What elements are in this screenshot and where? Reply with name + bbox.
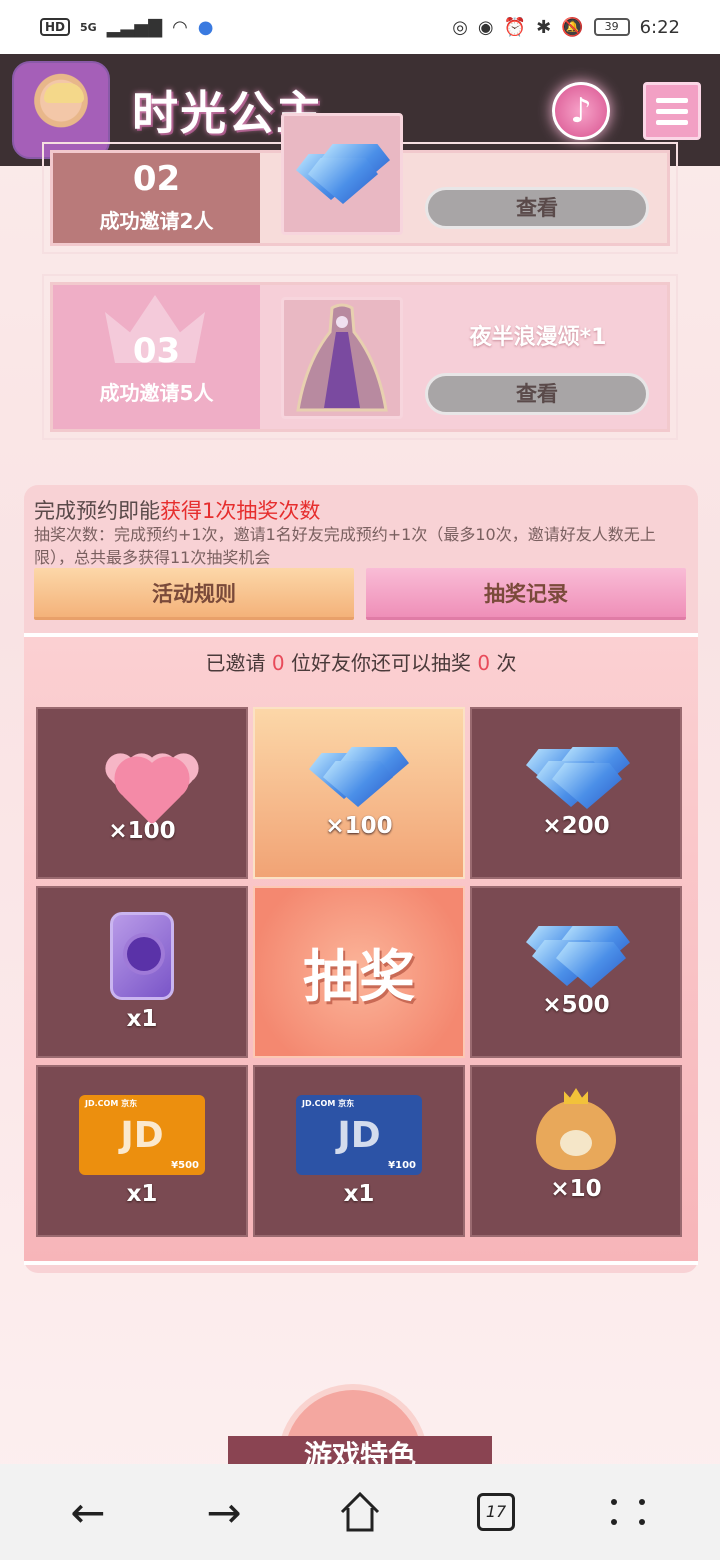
jd-card-500-icon: JD.COM 京东 JD ¥500 <box>79 1095 205 1175</box>
jd-card-100-icon: JD.COM 京东 JD ¥100 <box>296 1095 422 1175</box>
draw-button-label: 抽奖 <box>303 944 415 1010</box>
jd-card-brand: JD.COM 京东 <box>302 1099 355 1108</box>
jd-card-amount: ¥100 <box>388 1160 416 1171</box>
eye-icon: ◉ <box>477 16 494 38</box>
clock: 6:22 <box>639 16 680 38</box>
prize-cell-jd-card-500: JD.COM 京东 JD ¥500 x1 <box>36 1065 248 1237</box>
lottery-records-button[interactable]: 抽奖记录 <box>366 568 686 620</box>
forward-arrow-icon: → <box>206 1487 242 1537</box>
music-note-icon: ♪ <box>570 91 592 131</box>
activity-rules-button[interactable]: 活动规则 <box>34 568 354 620</box>
invite-prize-diamond <box>281 113 403 235</box>
home-icon <box>340 1491 380 1532</box>
lottery-panel: 完成预约即能获得1次抽奖次数 抽奖次数：完成预约+1次，邀请1名好友完成预约+1… <box>24 485 698 1273</box>
network-5g-label: 5G <box>80 20 97 34</box>
back-arrow-icon: ← <box>70 1487 106 1537</box>
game-features-banner: 游戏特色 <box>228 1436 492 1466</box>
invite-status-middle: 位好友你还可以抽奖 <box>291 651 471 675</box>
diamond-pile-icon <box>526 926 630 988</box>
music-toggle-button[interactable]: ♪ <box>552 82 610 140</box>
prize-quantity: ×100 <box>325 813 393 839</box>
phone-icon <box>110 912 174 1000</box>
lottery-title-prefix: 完成预约即能 <box>34 499 160 523</box>
diamond-icon <box>309 747 409 807</box>
prize-cell-jd-card-100: JD.COM 京东 JD ¥100 x1 <box>253 1065 465 1237</box>
invite-prize-name: 夜半浪漫颂*1 <box>469 325 607 350</box>
jd-card-amount: ¥500 <box>171 1160 199 1171</box>
invite-tier-number: 03 <box>132 330 181 371</box>
hamburger-line <box>656 119 688 125</box>
draw-button[interactable]: 抽奖 <box>253 886 465 1058</box>
nfc-icon: ◎ <box>452 16 468 38</box>
prize-cell-hamster: ×10 <box>470 1065 682 1237</box>
back-button[interactable]: ← <box>58 1482 118 1542</box>
prize-quantity: ×10 <box>550 1176 602 1202</box>
hd-badge: HD <box>40 18 71 36</box>
hamburger-line <box>656 97 688 103</box>
prize-quantity: x1 <box>126 1181 158 1207</box>
prize-cell-diamond-100: ×100 <box>253 707 465 879</box>
browser-nav-bar: ← → 17 <box>0 1464 720 1560</box>
bluetooth-icon: ✱ <box>536 16 552 38</box>
wifi-icon: ◠ <box>172 16 188 38</box>
prize-cell-diamond-200: ×200 <box>470 707 682 879</box>
lottery-description: 抽奖次数：完成预约+1次，邀请1名好友完成预约+1次（最多10次，邀请好友人数无… <box>34 525 656 567</box>
battery-icon: 39 <box>593 18 630 36</box>
prize-quantity: x1 <box>126 1006 158 1032</box>
invite-status-suffix: 次 <box>496 651 517 675</box>
more-menu-button[interactable] <box>602 1482 662 1542</box>
invite-status-prefix: 已邀请 <box>205 651 266 675</box>
forward-button[interactable]: → <box>194 1482 254 1542</box>
tabs-button[interactable]: 17 <box>466 1482 526 1542</box>
prize-cell-diamond-500: ×500 <box>470 886 682 1058</box>
home-button[interactable] <box>330 1482 390 1542</box>
browser-icon: ● <box>197 16 214 38</box>
invite-card-3: 03 成功邀请5人 夜半浪漫颂*1 查看 <box>42 274 678 440</box>
signal-icon: ▂▃▅▇ <box>106 16 163 38</box>
prize-quantity: ×100 <box>108 818 176 844</box>
view-prize-button[interactable]: 查看 <box>425 187 649 229</box>
invite-tier-3: 03 成功邀请5人 <box>53 285 260 429</box>
mute-icon: 🔕 <box>561 16 584 38</box>
hearts-icon <box>94 742 195 826</box>
lottery-title-highlight: 获得1次抽奖次数 <box>160 499 321 523</box>
jd-card-brand: JD.COM 京东 <box>85 1099 138 1108</box>
diamond-pile-icon <box>526 747 630 809</box>
more-dots-icon <box>611 1499 653 1525</box>
prize-cell-phone: x1 <box>36 886 248 1058</box>
status-right: ◎ ◉ ⏰ ✱ 🔕 39 6:22 <box>452 17 680 38</box>
invite-prize-gown <box>281 297 403 419</box>
invite-tier-number: 02 <box>132 158 181 199</box>
invite-tier-2: 02 成功邀请2人 <box>53 153 260 243</box>
remaining-draws: 0 <box>477 651 491 675</box>
prize-quantity: ×500 <box>542 992 610 1018</box>
invite-card-2: 02 成功邀请2人 查看 <box>42 113 678 254</box>
status-bar: HD 5G ▂▃▅▇ ◠ ● ◎ ◉ ⏰ ✱ 🔕 39 6:22 <box>0 0 720 54</box>
view-prize-button[interactable]: 查看 <box>425 373 649 415</box>
prize-cell-hearts: ×100 <box>36 707 248 879</box>
tabs-count-icon: 17 <box>477 1493 515 1531</box>
menu-button[interactable] <box>643 82 701 140</box>
prize-quantity: x1 <box>343 1181 375 1207</box>
invited-count: 0 <box>271 651 285 675</box>
hamburger-line <box>656 108 688 114</box>
alarm-icon: ⏰ <box>503 16 527 38</box>
invite-tier-desc: 成功邀请5人 <box>99 380 214 405</box>
app-avatar-icon <box>12 61 110 159</box>
invite-status: 已邀请 0 位好友你还可以抽奖 0 次 <box>24 647 698 676</box>
lottery-title: 完成预约即能获得1次抽奖次数 <box>34 495 320 525</box>
gown-icon <box>296 303 388 412</box>
prize-quantity: ×200 <box>542 813 610 839</box>
invite-tier-desc: 成功邀请2人 <box>99 208 214 233</box>
hamster-ticket-icon <box>536 1100 616 1170</box>
status-left: HD 5G ▂▃▅▇ ◠ ● <box>40 17 214 38</box>
diamond-icon <box>292 144 392 204</box>
lottery-grid: 已邀请 0 位好友你还可以抽奖 0 次 ×100 ×100 ×200 x1 抽奖… <box>24 633 698 1265</box>
